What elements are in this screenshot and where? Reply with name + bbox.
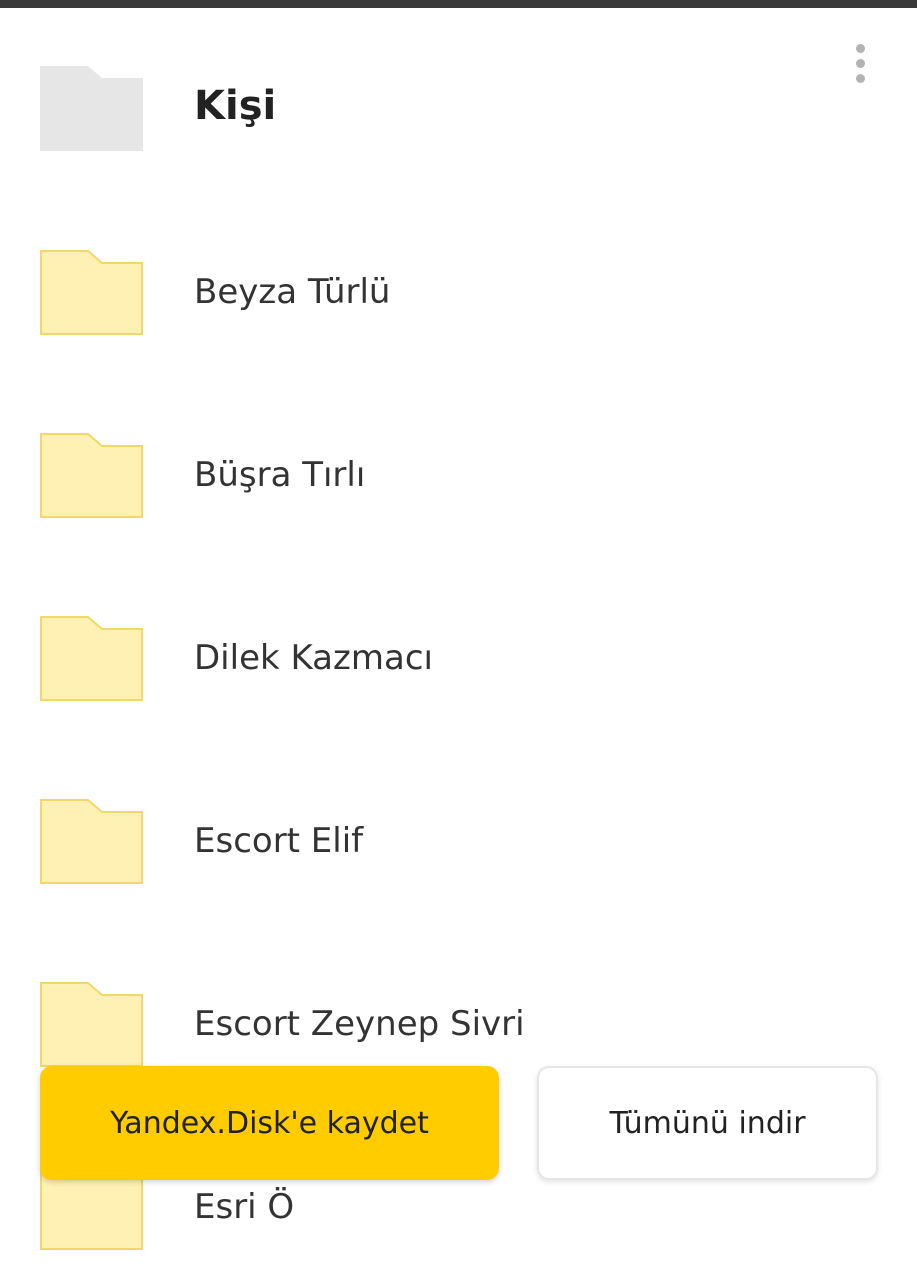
folder-name: Beyza Türlü bbox=[194, 272, 391, 312]
folder-icon bbox=[40, 433, 144, 523]
folder-row[interactable]: Büşra Tırlı bbox=[0, 433, 917, 553]
folder-row[interactable]: Dilek Kazmacı bbox=[0, 616, 917, 736]
folder-row[interactable]: Escort Elif bbox=[0, 799, 917, 919]
folder-name: Büşra Tırlı bbox=[194, 455, 366, 495]
folder-icon bbox=[40, 250, 144, 340]
folder-list: Beyza Türlü Büşra Tırlı Dilek Kazmacı Es… bbox=[0, 0, 917, 1250]
download-all-button[interactable]: Tümünü indir bbox=[537, 1066, 878, 1180]
folder-row[interactable]: Beyza Türlü bbox=[0, 250, 917, 370]
folder-icon bbox=[40, 982, 144, 1072]
folder-name: Escort Zeynep Sivri bbox=[194, 1004, 525, 1044]
save-to-disk-button[interactable]: Yandex.Disk'e kaydet bbox=[40, 1066, 499, 1180]
folder-icon bbox=[40, 799, 144, 889]
folder-name: Esri Ö bbox=[194, 1187, 295, 1227]
folder-row[interactable]: Esri Ö bbox=[0, 1165, 917, 1285]
folder-name: Escort Elif bbox=[194, 821, 364, 861]
folder-icon bbox=[40, 616, 144, 706]
folder-name: Dilek Kazmacı bbox=[194, 638, 433, 678]
